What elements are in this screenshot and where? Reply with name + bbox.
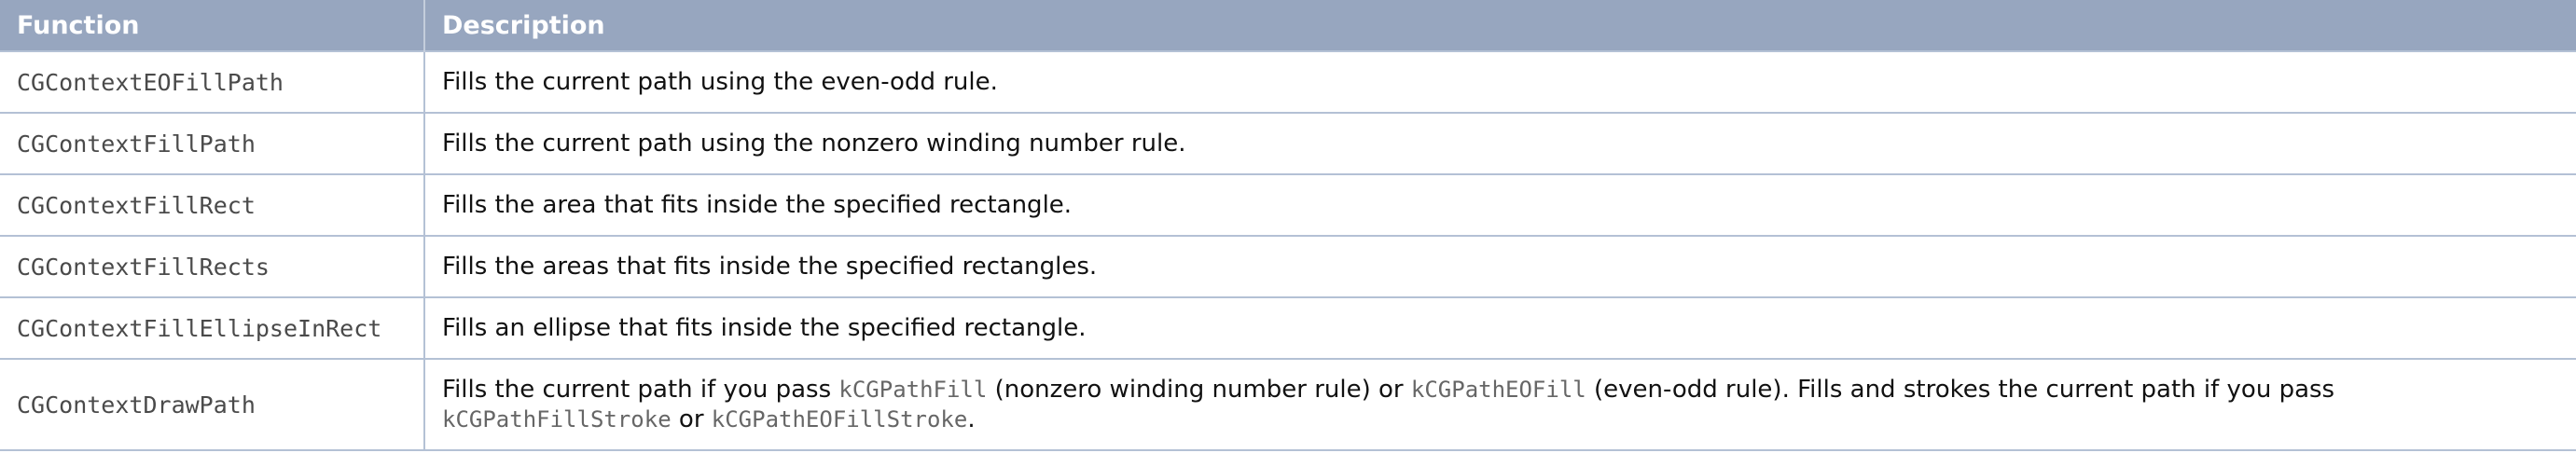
function-name-cell: CGContextFillPath [0,112,425,174]
description-cell: Fills the current path using the even-od… [424,50,2576,113]
description-cell: Fills the areas that fits inside the spe… [424,235,2576,297]
column-header-function: Function [0,0,425,51]
table-row: CGContextFillEllipseInRect Fills an elli… [0,296,2576,359]
column-header-description: Description [424,0,2576,51]
description-fragment: . [967,405,976,433]
description-fragment: or [671,405,712,433]
description-cell: Fills the current path if you pass kCGPa… [424,358,2576,451]
description-fragment: (even-odd rule). Fills and strokes the c… [1586,376,2335,404]
header-row: Function Description [0,0,2576,51]
constant-kcgpatheofillstroke: kCGPathEOFillStroke [711,406,968,432]
function-name-cell: CGContextDrawPath [0,358,425,451]
table-row: CGContextDrawPath Fills the current path… [0,358,2576,451]
function-name-cell: CGContextFillEllipseInRect [0,296,425,359]
constant-kcgpatheofill: kCGPathEOFill [1410,377,1586,403]
description-fragment: Fills the current path if you pass [442,376,839,404]
functions-table: Function Description CGContextEOFillPath… [0,0,2576,451]
function-name-cell: CGContextFillRects [0,235,425,297]
table-row: CGContextFillPath Fills the current path… [0,112,2576,174]
table-header: Function Description [0,0,2576,51]
function-name-cell: CGContextFillRect [0,173,425,236]
constant-kcgpathfillstroke: kCGPathFillStroke [442,406,672,432]
description-cell: Fills an ellipse that fits inside the sp… [424,296,2576,359]
description-fragment: (nonzero winding number rule) or [987,376,1411,404]
description-text: Fills the current path if you pass kCGPa… [442,375,2576,434]
table-row: CGContextFillRect Fills the area that fi… [0,173,2576,236]
table-row: CGContextFillRects Fills the areas that … [0,235,2576,297]
table-row: CGContextEOFillPath Fills the current pa… [0,50,2576,113]
description-cell: Fills the area that fits inside the spec… [424,173,2576,236]
constant-kcgpathfill: kCGPathFill [838,377,988,403]
table-body: CGContextEOFillPath Fills the current pa… [0,50,2576,451]
description-cell: Fills the current path using the nonzero… [424,112,2576,174]
function-name-cell: CGContextEOFillPath [0,50,425,113]
